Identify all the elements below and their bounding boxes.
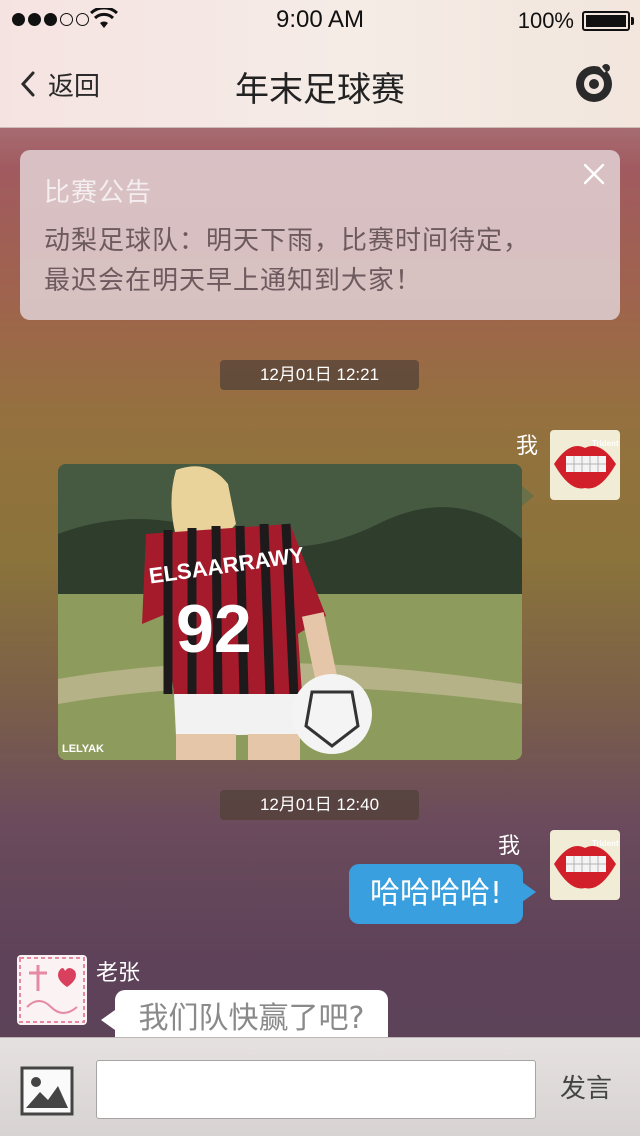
lips-avatar-icon: Trident bbox=[550, 830, 620, 900]
message-bubble-tail bbox=[522, 882, 536, 902]
avatar[interactable]: Trident bbox=[550, 430, 620, 500]
back-label: 返回 bbox=[48, 71, 101, 102]
sender-name: 我 bbox=[498, 834, 521, 859]
message-bubble-me[interactable]: 哈哈哈哈! bbox=[349, 864, 523, 924]
avatar[interactable]: Trident bbox=[550, 830, 620, 900]
sender-name: 我 bbox=[516, 434, 539, 459]
message-bubble-tail bbox=[101, 1010, 115, 1030]
announcement-line: 最迟会在明天早上通知到大家！ bbox=[44, 266, 423, 296]
announcement-card: 比赛公告 动梨足球队：明天下雨，比赛时间待定， 最迟会在明天早上通知到大家！ bbox=[20, 150, 620, 320]
battery-icon bbox=[582, 11, 634, 31]
input-bar: 发言 bbox=[0, 1037, 640, 1136]
chevron-left-icon bbox=[20, 71, 35, 97]
announcement-title: 比赛公告 bbox=[44, 178, 153, 208]
jersey-number-text: 92 bbox=[176, 591, 252, 667]
message-input[interactable] bbox=[96, 1060, 536, 1119]
navigation-header: 9:00 AM 100% 返回 年末足球赛 bbox=[0, 0, 640, 128]
photo-watermark: LELYAK bbox=[62, 743, 104, 755]
lips-avatar-icon: Trident bbox=[550, 430, 620, 500]
message-timestamp: 12月01日 12:40 bbox=[220, 790, 419, 820]
avatar-brand-text: Trident bbox=[592, 839, 619, 848]
announcement-line: 动梨足球队：明天下雨，比赛时间待定， bbox=[44, 226, 531, 256]
camera-lens-icon[interactable] bbox=[572, 60, 616, 104]
send-button[interactable]: 发言 bbox=[560, 1068, 612, 1105]
status-bar: 9:00 AM 100% bbox=[0, 0, 640, 40]
battery-percent: 100% bbox=[517, 8, 574, 33]
doodle-avatar-icon bbox=[17, 955, 87, 1025]
close-icon[interactable] bbox=[582, 162, 606, 186]
sender-name: 老张 bbox=[96, 961, 141, 986]
avatar[interactable] bbox=[17, 955, 87, 1025]
football-photo: ELSAARRAWY 92 LELYAK bbox=[58, 464, 522, 760]
image-icon[interactable] bbox=[20, 1066, 74, 1116]
image-message[interactable]: ELSAARRAWY 92 LELYAK bbox=[58, 464, 522, 760]
back-button[interactable]: 返回 bbox=[18, 60, 100, 108]
message-timestamp: 12月01日 12:21 bbox=[220, 360, 419, 390]
image-bubble-tail bbox=[522, 486, 534, 506]
avatar-brand-text: Trident bbox=[592, 439, 619, 448]
announcement-body: 动梨足球队：明天下雨，比赛时间待定， 最迟会在明天早上通知到大家！ bbox=[44, 221, 596, 301]
